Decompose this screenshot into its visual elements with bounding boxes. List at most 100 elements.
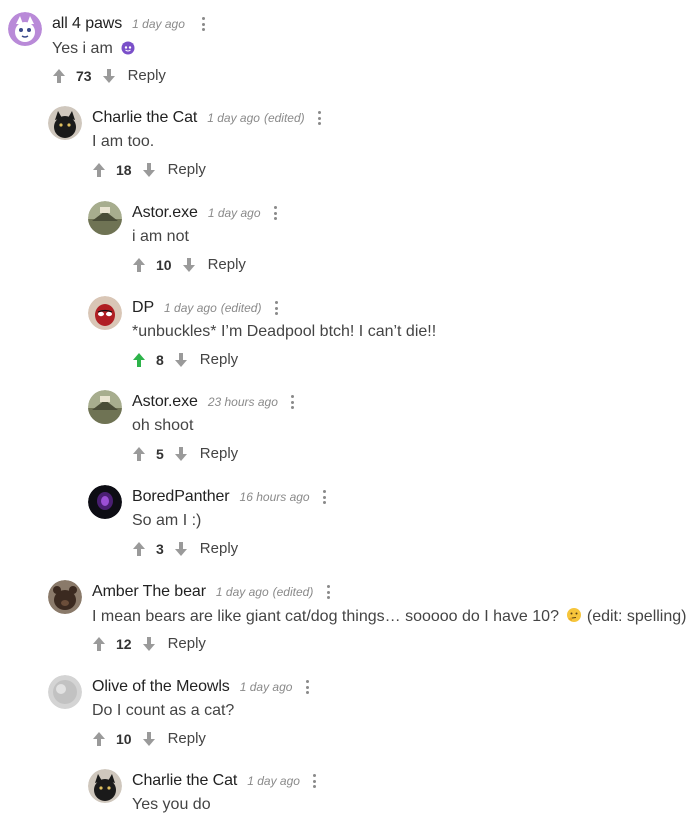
- author-name[interactable]: Astor.exe: [132, 393, 198, 411]
- avatar[interactable]: [88, 296, 122, 330]
- reply-button[interactable]: Reply: [200, 445, 238, 462]
- avatar[interactable]: [88, 390, 122, 424]
- avatar[interactable]: [48, 675, 82, 709]
- timestamp: 1 day ago: [132, 17, 185, 31]
- comment-text: So am I :): [132, 512, 202, 529]
- vote-bar: 10 Reply: [92, 730, 206, 747]
- upvote-arrow-icon[interactable]: [92, 636, 106, 652]
- author-name[interactable]: Olive of the Meowls: [92, 678, 230, 696]
- reply-button[interactable]: Reply: [168, 161, 206, 178]
- reply-button[interactable]: Reply: [208, 256, 246, 273]
- vote-count: 10: [116, 730, 132, 747]
- reply-button[interactable]: Reply: [200, 540, 238, 557]
- reply-button[interactable]: Reply: [200, 351, 238, 368]
- timestamp: 1 day ago: [215, 585, 269, 599]
- vote-count: 10: [156, 256, 172, 273]
- more-options-icon[interactable]: [273, 301, 279, 315]
- thinking-face-emoji: [566, 607, 582, 628]
- vote-bar: 18 Reply: [92, 161, 206, 178]
- edited-label: (edited): [220, 301, 262, 315]
- vote-count: 3: [156, 540, 164, 557]
- reply-button[interactable]: Reply: [168, 635, 206, 652]
- comment-text: oh shoot: [132, 417, 194, 434]
- upvote-arrow-icon[interactable]: [132, 446, 146, 462]
- comment-header: DP 1 day ago (edited): [132, 299, 279, 317]
- author-name[interactable]: Charlie the Cat: [132, 772, 237, 790]
- comment-text-row: Yes i am: [52, 39, 136, 60]
- more-options-icon[interactable]: [317, 111, 323, 125]
- more-options-icon[interactable]: [201, 17, 207, 31]
- upvote-arrow-icon[interactable]: [52, 68, 66, 84]
- vote-bar: 73 Reply: [52, 67, 166, 84]
- downvote-arrow-icon[interactable]: [142, 162, 156, 178]
- comment-header: Astor.exe 1 day ago: [132, 204, 279, 222]
- downvote-arrow-icon[interactable]: [174, 352, 188, 368]
- comment-header: Charlie the Cat 1 day ago (edited): [92, 109, 323, 127]
- author-name[interactable]: all 4 paws: [52, 15, 122, 33]
- smiling-imp-emoji: [120, 39, 136, 60]
- comment-text-suffix: (edit: spelling): [586, 608, 687, 625]
- comment-header: BoredPanther 16 hours ago: [132, 488, 328, 506]
- vote-bar: 10 Reply: [132, 256, 246, 273]
- comment-header: all 4 paws 1 day ago: [52, 15, 207, 33]
- vote-count: 12: [116, 635, 132, 652]
- vote-count: 8: [156, 351, 164, 368]
- comment-text: I mean bears are like giant cat/dog thin…: [92, 608, 559, 625]
- more-options-icon[interactable]: [312, 774, 318, 788]
- timestamp: 1 day ago: [207, 111, 260, 125]
- timestamp: 1 day ago: [207, 206, 261, 220]
- downvote-arrow-icon[interactable]: [174, 446, 188, 462]
- avatar[interactable]: [8, 12, 42, 46]
- more-options-icon[interactable]: [322, 490, 328, 504]
- upvote-arrow-icon[interactable]: [92, 162, 106, 178]
- more-options-icon[interactable]: [290, 395, 296, 409]
- comment-header: Charlie the Cat 1 day ago: [132, 772, 318, 790]
- comment-text: *unbuckles* I’m Deadpool btch! I can’t d…: [132, 323, 437, 340]
- vote-count: 18: [116, 161, 132, 178]
- author-name[interactable]: BoredPanther: [132, 488, 230, 506]
- author-name[interactable]: Charlie the Cat: [92, 109, 197, 127]
- timestamp: 23 hours ago: [207, 395, 278, 409]
- more-options-icon[interactable]: [304, 680, 310, 694]
- more-options-icon[interactable]: [325, 585, 331, 599]
- upvote-arrow-icon[interactable]: [132, 352, 146, 368]
- comment-text: Do I count as a cat?: [92, 702, 235, 719]
- vote-bar: 8 Reply: [132, 351, 238, 368]
- downvote-arrow-icon[interactable]: [142, 731, 156, 747]
- more-options-icon[interactable]: [273, 206, 279, 220]
- comment-text-row: I mean bears are like giant cat/dog thin…: [92, 607, 686, 628]
- avatar[interactable]: [48, 106, 82, 140]
- comment-text: Yes you do: [132, 796, 211, 813]
- avatar[interactable]: [48, 580, 82, 614]
- edited-label: (edited): [272, 585, 314, 599]
- reply-button[interactable]: Reply: [168, 730, 206, 747]
- comment-text: Yes i am: [52, 40, 113, 57]
- timestamp: 1 day ago: [239, 680, 293, 694]
- edited-label: (edited): [263, 111, 305, 125]
- vote-bar: 3 Reply: [132, 540, 238, 557]
- downvote-arrow-icon[interactable]: [182, 257, 196, 273]
- upvote-arrow-icon[interactable]: [132, 541, 146, 557]
- avatar[interactable]: [88, 769, 122, 803]
- timestamp: 1 day ago: [164, 301, 217, 315]
- vote-bar: 12 Reply: [92, 635, 206, 652]
- upvote-arrow-icon[interactable]: [92, 731, 106, 747]
- vote-bar: 5 Reply: [132, 445, 238, 462]
- avatar[interactable]: [88, 201, 122, 235]
- comment-text: i am not: [132, 228, 189, 245]
- downvote-arrow-icon[interactable]: [102, 68, 116, 84]
- comment-header: Amber The bear 1 day ago (edited): [92, 583, 331, 601]
- comment-header: Olive of the Meowls 1 day ago: [92, 678, 310, 696]
- downvote-arrow-icon[interactable]: [142, 636, 156, 652]
- author-name[interactable]: DP: [132, 299, 154, 317]
- author-name[interactable]: Amber The bear: [92, 583, 206, 601]
- comment-header: Astor.exe 23 hours ago: [132, 393, 296, 411]
- vote-count: 73: [76, 67, 92, 84]
- avatar[interactable]: [88, 485, 122, 519]
- upvote-arrow-icon[interactable]: [132, 257, 146, 273]
- author-name[interactable]: Astor.exe: [132, 204, 198, 222]
- downvote-arrow-icon[interactable]: [174, 541, 188, 557]
- vote-count: 5: [156, 445, 164, 462]
- reply-button[interactable]: Reply: [128, 67, 166, 84]
- timestamp: 16 hours ago: [239, 490, 310, 504]
